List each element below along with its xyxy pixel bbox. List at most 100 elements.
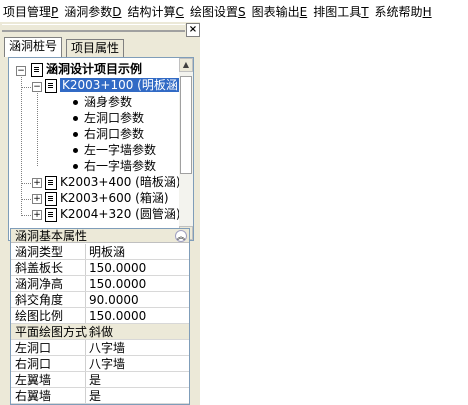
property-row[interactable]: 绘图比例 150.0000 — [11, 308, 189, 324]
tree-node-label: K2003+100 (明板涵) — [60, 78, 185, 92]
tab-culvert-stations[interactable]: 涵洞桩号 — [4, 37, 63, 57]
tree-leaf-label: 涵身参数 — [84, 95, 133, 109]
menu-structure-calc[interactable]: 结构计算C — [125, 3, 187, 20]
tree-connector — [21, 199, 31, 200]
tree-leaf-label: 左一字墙参数 — [84, 143, 157, 157]
property-value[interactable]: 八字墙 — [89, 340, 125, 356]
tree-leaf-right-wall[interactable]: 右一字墙参数 — [73, 158, 156, 174]
menu-chart-output-accel: E — [299, 4, 308, 19]
menu-project[interactable]: 项目管理P — [0, 3, 61, 20]
tab-project-properties[interactable]: 项目属性 — [66, 39, 125, 57]
property-row[interactable]: 右翼墙 是 — [11, 388, 189, 404]
property-row[interactable]: 左翼墙 是 — [11, 372, 189, 388]
tree-node-expander[interactable]: − — [32, 82, 42, 92]
property-value[interactable]: 90.0000 — [89, 292, 139, 308]
property-row[interactable]: 斜交角度 90.0000 — [11, 292, 189, 308]
menu-layout-tools-label: 排图工具 — [313, 4, 362, 19]
tree-node-expander[interactable]: + — [32, 194, 42, 204]
menu-drawing-settings-accel: S — [237, 4, 246, 19]
culvert-icon — [45, 207, 57, 222]
tree-leaf-left-entrance[interactable]: 左洞口参数 — [73, 110, 144, 126]
menu-drawing-settings[interactable]: 绘图设置S — [187, 3, 249, 20]
menu-system-help-label: 系统帮助 — [374, 4, 423, 19]
culvert-icon — [45, 78, 57, 93]
property-value[interactable]: 150.0000 — [89, 260, 146, 276]
bullet-icon — [73, 148, 78, 153]
tree-node-k2004-320[interactable]: K2004+320 (圆管涵) — [45, 206, 181, 222]
tree-scrollbar[interactable]: ▲ ▼ — [179, 58, 193, 240]
property-value[interactable]: 是 — [89, 388, 101, 404]
property-value[interactable]: 斜做 — [89, 324, 113, 340]
property-value[interactable]: 150.0000 — [89, 308, 146, 324]
tree-node-k2003-600[interactable]: K2003+600 (箱涵) — [45, 190, 169, 206]
menu-chart-output[interactable]: 图表输出E — [249, 3, 311, 20]
tree-node-k2003-100[interactable]: K2003+100 (明板涵) — [45, 77, 185, 93]
property-value[interactable]: 八字墙 — [89, 356, 125, 372]
tree-node-label: K2004+320 (圆管涵) — [60, 207, 181, 221]
tree-connector — [21, 183, 31, 184]
project-icon — [31, 62, 43, 77]
property-row[interactable]: 涵洞类型 明板涵 — [11, 244, 189, 260]
property-value[interactable]: 明板涵 — [89, 244, 125, 260]
property-row[interactable]: 左洞口 八字墙 — [11, 340, 189, 356]
menu-culvert-params[interactable]: 涵洞参数D — [61, 3, 124, 20]
tree-connector — [21, 74, 22, 214]
property-name: 左翼墙 — [15, 373, 52, 387]
tree-root-label: 涵洞设计项目示例 — [46, 62, 143, 76]
property-grid: 涵洞基本属性 ︽ 涵洞类型 明板涵斜盖板长 150.0000 涵洞净高 150.0000… — [10, 228, 190, 405]
property-row[interactable]: 涵洞净高 150.0000 — [11, 276, 189, 292]
property-name: 涵洞净高 — [15, 277, 64, 291]
property-row[interactable]: 斜盖板长 150.0000 — [11, 260, 189, 276]
culvert-icon — [45, 175, 57, 190]
menu-project-accel: P — [51, 4, 59, 19]
property-name: 左洞口 — [15, 341, 52, 355]
property-value[interactable]: 是 — [89, 372, 101, 388]
property-name: 右洞口 — [15, 357, 52, 371]
menu-culvert-params-accel: D — [112, 4, 122, 19]
menu-system-help[interactable]: 系统帮助H — [372, 3, 435, 20]
tree-node-k2003-400[interactable]: K2003+400 (暗板涵) — [45, 174, 181, 190]
bullet-icon — [73, 132, 78, 137]
tree-leaf-left-wall[interactable]: 左一字墙参数 — [73, 142, 156, 158]
menu-bar: 项目管理P 涵洞参数D 结构计算C 绘图设置S 图表输出E 排图工具T 系统帮助… — [0, 0, 468, 22]
tree-leaf-label: 右洞口参数 — [84, 127, 145, 141]
tree-node-label: K2003+400 (暗板涵) — [60, 175, 181, 189]
menu-structure-calc-label: 结构计算 — [127, 4, 176, 19]
tree-node-expander[interactable]: + — [32, 178, 42, 188]
menu-system-help-accel: H — [422, 4, 432, 19]
bullet-icon — [73, 164, 78, 169]
tree-leaf-label: 右一字墙参数 — [84, 159, 157, 173]
property-name: 斜盖板长 — [15, 261, 64, 275]
tree-leaf-label: 左洞口参数 — [84, 111, 145, 125]
property-row[interactable]: 右洞口 八字墙 — [11, 356, 189, 372]
property-group-header[interactable]: 涵洞基本属性 ︽ — [11, 229, 189, 243]
property-name: 绘图比例 — [15, 309, 64, 323]
property-name: 右翼墙 — [15, 389, 52, 403]
property-name: 平面绘图方式 — [15, 325, 88, 339]
tree-root[interactable]: 涵洞设计项目示例 — [31, 61, 142, 77]
tree-leaf-right-entrance[interactable]: 右洞口参数 — [73, 126, 144, 142]
tree-connector — [37, 88, 38, 166]
menu-project-label: 项目管理 — [3, 4, 52, 19]
property-name: 斜交角度 — [15, 293, 64, 307]
bullet-icon — [73, 116, 78, 121]
tree-leaf-body-params[interactable]: 涵身参数 — [73, 94, 132, 110]
collapse-icon[interactable]: ︽ — [175, 230, 187, 242]
panel-close-button[interactable]: × — [186, 23, 200, 37]
scroll-thumb[interactable] — [180, 76, 192, 174]
project-panel: × 涵洞桩号 项目属性 − 涵洞设计项目示例 − K2003+100 (明板涵)… — [0, 22, 200, 405]
menu-layout-tools[interactable]: 排图工具T — [310, 3, 371, 20]
property-name: 涵洞类型 — [15, 245, 64, 259]
menu-drawing-settings-label: 绘图设置 — [189, 4, 238, 19]
menu-chart-output-label: 图表输出 — [251, 4, 300, 19]
tree-connector — [21, 87, 31, 88]
tree-root-expander[interactable]: − — [16, 66, 26, 76]
property-row[interactable]: 平面绘图方式 斜做 — [11, 324, 189, 340]
scroll-up-icon[interactable]: ▲ — [179, 58, 193, 72]
panel-tabs: 涵洞桩号 项目属性 — [0, 37, 200, 57]
property-value[interactable]: 150.0000 — [89, 276, 146, 292]
culvert-icon — [45, 191, 57, 206]
tree-node-expander[interactable]: + — [32, 210, 42, 220]
menu-layout-tools-accel: T — [361, 4, 369, 19]
menu-structure-calc-accel: C — [175, 4, 184, 19]
